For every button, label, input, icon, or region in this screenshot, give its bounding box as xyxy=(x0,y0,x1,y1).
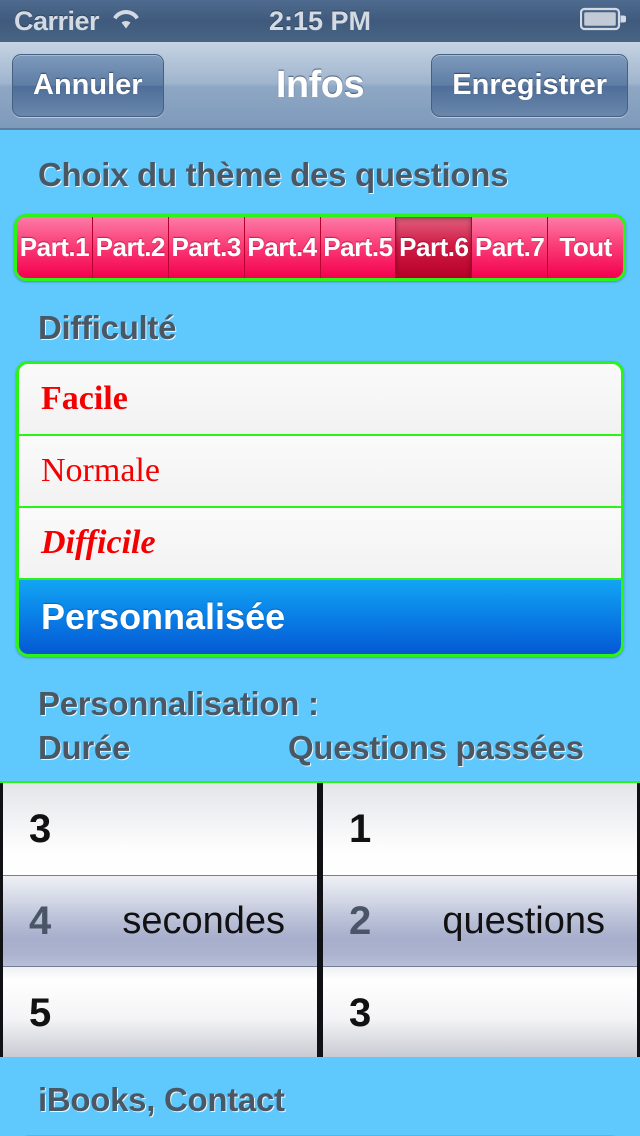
questions-picker-row-2[interactable]: 2 questions xyxy=(323,875,637,967)
app-screen: Carrier 2:15 PM Annuler Infos Enregistre xyxy=(0,0,640,1136)
theme-segment-8[interactable]: Tout xyxy=(548,217,623,278)
personalisation-section-header-wrap: Personnalisation : Durée Questions passé… xyxy=(0,657,640,767)
status-bar-left: Carrier xyxy=(14,6,141,37)
questions-picker-row-3[interactable]: 3 xyxy=(323,967,637,1057)
theme-segment-5[interactable]: Part.5 xyxy=(320,217,397,278)
skipped-questions-column-label: Questions passées xyxy=(288,729,584,766)
duration-column-label: Durée xyxy=(38,729,131,766)
bottom-section-header: iBooks, Contact xyxy=(38,1081,285,1118)
theme-segment-3[interactable]: Part.3 xyxy=(168,217,245,278)
bottom-section-header-wrap: iBooks, Contact xyxy=(0,1057,640,1119)
save-button[interactable]: Enregistrer xyxy=(431,53,628,117)
difficulty-option-normale[interactable]: Normale xyxy=(19,436,621,508)
difficulty-option-list[interactable]: Facile Normale Difficile Personnalisée xyxy=(16,361,624,657)
questions-picker-value: 2 xyxy=(349,898,372,943)
theme-segment-1[interactable]: Part.1 xyxy=(17,217,93,278)
battery-icon xyxy=(579,7,627,36)
status-bar: Carrier 2:15 PM xyxy=(0,0,640,42)
difficulty-option-personnalisee[interactable]: Personnalisée xyxy=(19,580,621,654)
difficulty-option-facile[interactable]: Facile xyxy=(19,364,621,436)
picker-column-labels: Durée Questions passées xyxy=(38,729,640,767)
duration-picker-row-1[interactable]: 3 xyxy=(3,783,317,875)
questions-picker-row-1[interactable]: 1 xyxy=(323,783,637,875)
theme-segment-4[interactable]: Part.4 xyxy=(244,217,321,278)
duration-picker-value: 3 xyxy=(29,806,52,851)
questions-picker-value: 1 xyxy=(349,806,372,851)
questions-picker[interactable]: 1 2 questions 3 xyxy=(320,783,640,1057)
theme-segment-2[interactable]: Part.2 xyxy=(92,217,169,278)
duration-picker-unit-label: secondes xyxy=(122,899,285,942)
theme-segment-7[interactable]: Part.7 xyxy=(472,217,549,278)
difficulty-section-header: Difficulté xyxy=(38,309,177,346)
status-bar-right xyxy=(579,7,627,36)
duration-picker-row-3[interactable]: 5 xyxy=(3,967,317,1057)
questions-picker-unit-label: questions xyxy=(442,899,605,942)
difficulty-section-header-wrap: Difficulté xyxy=(0,281,640,347)
duration-picker-value: 5 xyxy=(29,990,52,1035)
theme-section-header-wrap: Choix du thème des questions xyxy=(0,130,640,194)
difficulty-option-difficile[interactable]: Difficile xyxy=(19,508,621,580)
questions-picker-value: 3 xyxy=(349,990,372,1035)
duration-picker[interactable]: 3 4 secondes 5 xyxy=(0,783,320,1057)
content-area: Choix du thème des questions Part.1 Part.… xyxy=(0,130,640,1136)
theme-section-header: Choix du thème des questions xyxy=(38,156,509,193)
duration-picker-value: 4 xyxy=(29,898,52,943)
theme-segment-6[interactable]: Part.6 xyxy=(396,217,473,278)
duration-picker-row-2[interactable]: 4 secondes xyxy=(3,875,317,967)
wifi-icon xyxy=(111,8,141,35)
navigation-bar: Annuler Infos Enregistrer xyxy=(0,42,640,130)
theme-segmented-control[interactable]: Part.1 Part.2 Part.3 Part.4 Part.5 Part.6 Part… xyxy=(14,214,626,281)
cancel-button[interactable]: Annuler xyxy=(12,53,164,117)
picker-area: 3 4 secondes 5 1 2 questions 3 xyxy=(0,781,640,1057)
carrier-label: Carrier xyxy=(14,5,100,36)
personalisation-section-header: Personnalisation : xyxy=(38,685,319,722)
